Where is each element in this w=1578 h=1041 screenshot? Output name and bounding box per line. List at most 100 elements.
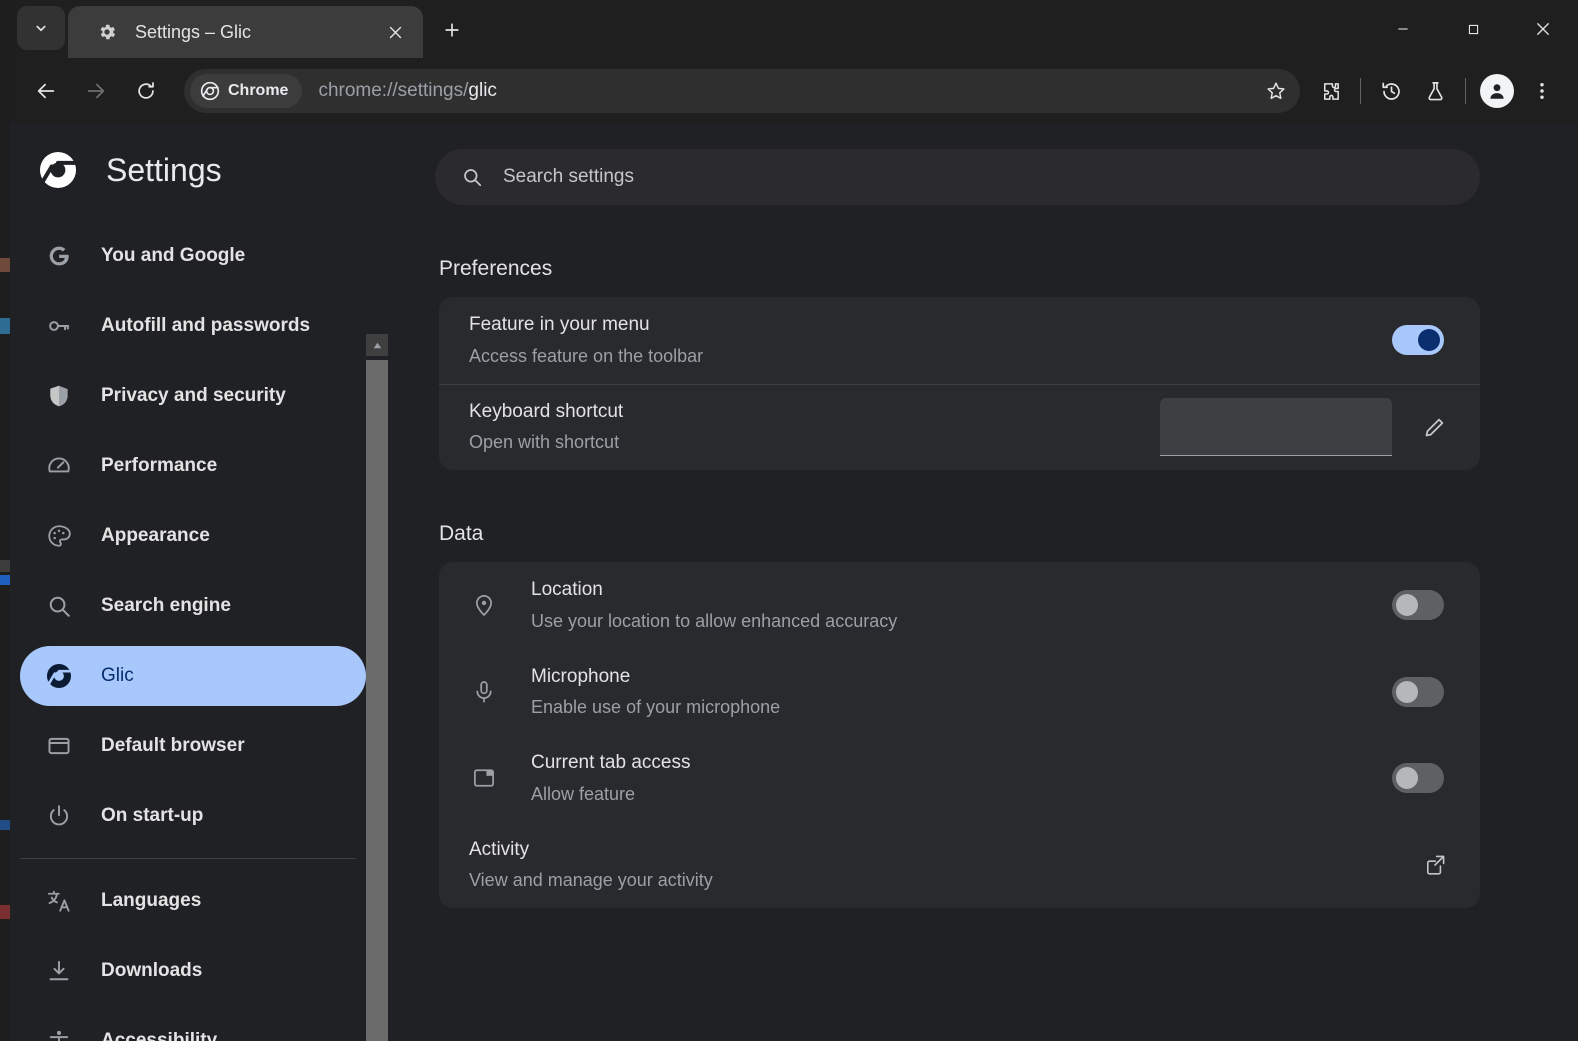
bg-artifact: [0, 318, 10, 334]
feature-in-menu-toggle[interactable]: [1392, 325, 1444, 355]
sidebar-item-label: Autofill and passwords: [101, 315, 310, 337]
back-button[interactable]: [24, 69, 68, 113]
row-subtitle: View and manage your activity: [469, 867, 1412, 894]
avatar-icon: [1486, 80, 1508, 102]
row-location[interactable]: Location Use your location to allow enha…: [439, 562, 1480, 649]
sidebar-item-on-start-up[interactable]: On start-up: [20, 786, 366, 846]
search-input[interactable]: [503, 166, 1480, 188]
back-arrow-icon: [35, 80, 57, 102]
row-title: Feature in your menu: [469, 311, 1392, 339]
location-toggle[interactable]: [1392, 590, 1444, 620]
row-title: Activity: [469, 836, 1412, 864]
browser-toolbar: Chrome chrome://settings/glic: [10, 58, 1578, 124]
row-text: Microphone Enable use of your microphone: [531, 663, 1392, 722]
bookmark-button[interactable]: [1256, 71, 1296, 111]
profile-button[interactable]: [1480, 74, 1514, 108]
row-text: Activity View and manage your activity: [469, 836, 1412, 895]
sidebar-item-appearance[interactable]: Appearance: [20, 506, 366, 566]
maximize-icon: [1466, 22, 1481, 37]
search-icon: [461, 166, 483, 188]
edit-shortcut-button[interactable]: [1412, 404, 1458, 450]
sidebar-item-default-browser[interactable]: Default browser: [20, 716, 366, 776]
external-link-icon: [1423, 853, 1447, 877]
microphone-toggle[interactable]: [1392, 677, 1444, 707]
chrome-menu-button[interactable]: [1520, 69, 1564, 113]
toggle-knob: [1396, 767, 1418, 789]
row-title: Current tab access: [531, 749, 1392, 777]
plus-icon: [442, 20, 462, 40]
sidebar-item-you-and-google[interactable]: You and Google: [20, 226, 366, 286]
toolbar-divider: [1465, 78, 1466, 104]
sidebar-item-languages[interactable]: Languages: [20, 871, 366, 931]
close-window-button[interactable]: [1508, 0, 1578, 58]
toggle-knob: [1396, 681, 1418, 703]
chevron-down-icon: [32, 19, 50, 37]
browser-tab-settings-glic[interactable]: Settings – Glic: [68, 6, 423, 58]
keyboard-shortcut-field[interactable]: [1160, 398, 1392, 456]
chrome-chip-label: Chrome: [228, 82, 288, 100]
search-settings-bar[interactable]: [435, 149, 1480, 205]
page-title: Settings: [106, 152, 222, 189]
settings-menu: You and Google Autofill and passwords: [10, 216, 366, 1041]
row-feature-in-your-menu[interactable]: Feature in your menu Access feature on t…: [439, 297, 1480, 384]
history-clock-icon: [1380, 80, 1403, 103]
preferences-card: Feature in your menu Access feature on t…: [439, 297, 1480, 470]
sidebar-item-label: Glic: [101, 665, 134, 687]
row-microphone[interactable]: Microphone Enable use of your microphone: [439, 649, 1480, 736]
toggle-knob: [1396, 594, 1418, 616]
sidebar-item-downloads[interactable]: Downloads: [20, 941, 366, 1001]
sidebar-item-label: Default browser: [101, 735, 245, 757]
sidebar-divider: [20, 858, 356, 859]
minimize-button[interactable]: [1368, 0, 1438, 58]
puzzle-icon: [1319, 80, 1342, 103]
extensions-button[interactable]: [1308, 69, 1352, 113]
chrome-logo-icon: [37, 149, 79, 191]
sidebar-scrollbar[interactable]: [366, 334, 388, 1041]
row-subtitle: Use your location to allow enhanced accu…: [531, 608, 1392, 635]
sidebar-item-performance[interactable]: Performance: [20, 436, 366, 496]
row-current-tab-access[interactable]: Current tab access Allow feature: [439, 735, 1480, 822]
sidebar-item-accessibility[interactable]: Accessibility: [20, 1011, 366, 1041]
chrome-chip[interactable]: Chrome: [190, 74, 302, 108]
bg-artifact: [0, 560, 10, 572]
current-tab-access-toggle[interactable]: [1392, 763, 1444, 793]
row-keyboard-shortcut[interactable]: Keyboard shortcut Open with shortcut: [439, 384, 1480, 471]
preferences-section-heading: Preferences: [439, 257, 1578, 281]
close-tab-button[interactable]: [381, 18, 409, 46]
open-activity-button[interactable]: [1412, 842, 1458, 888]
bg-artifact: [0, 258, 10, 272]
power-icon: [44, 801, 74, 831]
sidebar-item-glic[interactable]: Glic: [20, 646, 366, 706]
toggle-knob: [1418, 329, 1440, 351]
sidebar-item-search-engine[interactable]: Search engine: [20, 576, 366, 636]
sidebar-item-label: Appearance: [101, 525, 210, 547]
settings-header: Settings: [10, 124, 400, 216]
chrome-logo-icon: [200, 81, 220, 101]
sidebar-item-label: Search engine: [101, 595, 231, 617]
sidebar-item-label: Languages: [101, 890, 201, 912]
history-button[interactable]: [1369, 69, 1413, 113]
forward-button[interactable]: [74, 69, 118, 113]
bg-artifact: [0, 905, 10, 919]
sidebar-item-privacy-and-security[interactable]: Privacy and security: [20, 366, 366, 426]
keyboard-shortcut-input[interactable]: [1160, 398, 1392, 455]
new-tab-button[interactable]: [430, 10, 474, 50]
url-text[interactable]: chrome://settings/glic: [318, 80, 1294, 102]
tab-search-button[interactable]: [17, 6, 65, 50]
row-activity[interactable]: Activity View and manage your activity: [439, 822, 1480, 909]
sidebar-item-autofill-and-passwords[interactable]: Autofill and passwords: [20, 296, 366, 356]
scrollbar-up-button[interactable]: [366, 334, 388, 356]
row-title: Location: [531, 576, 1392, 604]
reload-button[interactable]: [124, 69, 168, 113]
browser-window: Settings – Glic: [10, 0, 1578, 1041]
maximize-button[interactable]: [1438, 0, 1508, 58]
scrollbar-thumb[interactable]: [366, 360, 388, 1041]
address-bar[interactable]: Chrome chrome://settings/glic: [184, 69, 1300, 113]
bg-artifact: [0, 820, 10, 830]
experiments-button[interactable]: [1413, 69, 1457, 113]
row-subtitle: Open with shortcut: [469, 429, 1160, 456]
caret-up-icon: [371, 339, 384, 352]
three-dot-menu-icon: [1531, 80, 1553, 102]
sidebar-item-label: On start-up: [101, 805, 203, 827]
row-text: Current tab access Allow feature: [531, 749, 1392, 808]
